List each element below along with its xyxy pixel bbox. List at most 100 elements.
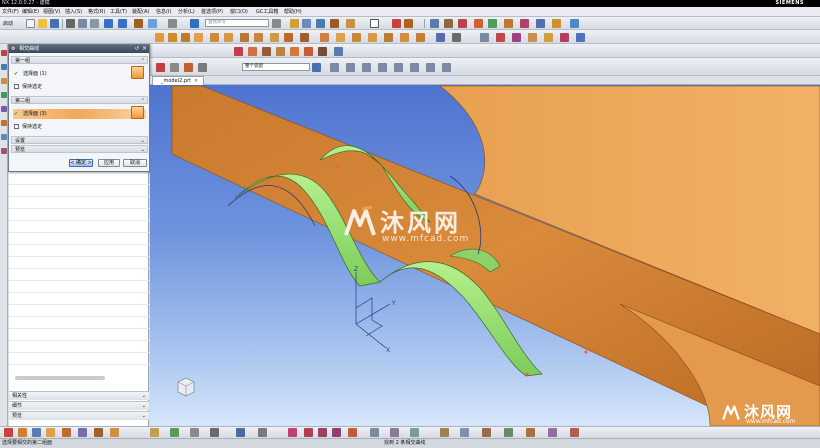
preview-header[interactable]: 预览 ⌄ — [11, 145, 148, 153]
edge-point[interactable] — [525, 372, 529, 376]
polygon-icon[interactable] — [390, 428, 399, 437]
helix-icon[interactable] — [528, 33, 537, 42]
edge-point[interactable] — [336, 164, 340, 168]
ruled-icon[interactable] — [248, 47, 257, 56]
paste-icon[interactable] — [90, 19, 99, 28]
arc-icon[interactable] — [512, 33, 521, 42]
group1-header[interactable]: 第一组 ⌃ — [11, 56, 148, 64]
system-materials-icon[interactable] — [1, 134, 7, 140]
project-curve-icon[interactable] — [576, 33, 585, 42]
chamfer-icon[interactable] — [320, 33, 329, 42]
circle-icon[interactable] — [332, 428, 341, 437]
offset-curve-icon[interactable] — [410, 428, 419, 437]
close-icon[interactable]: × — [142, 45, 147, 53]
gear-icon[interactable]: ⚙ — [11, 45, 15, 53]
line-icon[interactable] — [304, 428, 313, 437]
extrude-icon[interactable] — [504, 19, 513, 28]
ok-button[interactable]: < 确定 > — [69, 159, 93, 167]
model-canvas[interactable]: Z Y X — [150, 76, 820, 426]
section-icon[interactable] — [452, 33, 461, 42]
copy-icon[interactable] — [78, 19, 87, 28]
rotate-icon[interactable] — [316, 19, 325, 28]
pattern-icon[interactable] — [384, 33, 393, 42]
arc-center-icon[interactable] — [410, 63, 419, 72]
groove-icon[interactable] — [270, 33, 279, 42]
offset-face-icon[interactable] — [352, 33, 361, 42]
pad-icon[interactable] — [240, 33, 249, 42]
bounded-plane-icon[interactable] — [290, 47, 299, 56]
hide-icon[interactable] — [170, 428, 179, 437]
arc-icon[interactable] — [318, 428, 327, 437]
cylinder-icon[interactable] — [62, 428, 71, 437]
revolve-icon[interactable] — [520, 19, 529, 28]
mirror-icon[interactable] — [400, 33, 409, 42]
sketch-icon[interactable] — [488, 19, 497, 28]
isoparametric-curve-icon[interactable] — [570, 428, 579, 437]
zoom-icon[interactable] — [302, 19, 311, 28]
offset-surface-icon[interactable] — [304, 47, 313, 56]
help-icon[interactable] — [190, 19, 199, 28]
quadrant-point-icon[interactable] — [426, 63, 435, 72]
point-icon[interactable] — [18, 428, 27, 437]
translucency-icon[interactable] — [258, 428, 267, 437]
close-icon[interactable]: × — [194, 78, 198, 84]
bridge-curve-icon[interactable] — [504, 428, 513, 437]
draft-icon[interactable] — [368, 33, 377, 42]
selection-scope-select[interactable]: 整个装配 — [242, 63, 310, 71]
slot-icon[interactable] — [254, 33, 263, 42]
assembly-navigator-icon[interactable] — [1, 64, 7, 70]
color-icon[interactable] — [236, 428, 245, 437]
line-icon[interactable] — [496, 33, 505, 42]
menu-insert[interactable]: 插入(S) — [65, 8, 82, 16]
edge-point[interactable] — [584, 350, 588, 354]
measure-icon[interactable] — [110, 428, 119, 437]
datum-plane-icon[interactable] — [32, 428, 41, 437]
block-icon[interactable] — [155, 33, 164, 42]
shell-icon[interactable] — [336, 33, 345, 42]
boss-icon[interactable] — [210, 33, 219, 42]
menu-information[interactable]: 信息(I) — [156, 8, 171, 16]
menu-file[interactable]: 文件(F) — [2, 8, 19, 16]
background-icon[interactable] — [370, 19, 379, 28]
swept-icon[interactable] — [262, 47, 271, 56]
group1-select-faces[interactable]: ✔ 选择面 (1) — [13, 66, 146, 79]
pocket-icon[interactable] — [224, 33, 233, 42]
group2-select-faces[interactable]: ✔ 选择面 (3) — [13, 106, 146, 119]
render-style-icon[interactable] — [346, 19, 355, 28]
constraint-navigator-icon[interactable] — [1, 78, 7, 84]
menu-preferences[interactable]: 首选项(P) — [201, 8, 223, 16]
show-icon[interactable] — [190, 428, 199, 437]
chevron-down-icon[interactable] — [312, 63, 321, 72]
menu-gc-toolbox[interactable]: GC工具箱 — [256, 8, 278, 16]
menu-help[interactable]: 帮助(H) — [284, 8, 302, 16]
undo-select-icon[interactable] — [184, 63, 193, 72]
spline-icon[interactable] — [348, 428, 357, 437]
measure-icon[interactable] — [436, 33, 445, 42]
trim-sheet-icon[interactable] — [318, 47, 327, 56]
redo-icon[interactable] — [118, 19, 127, 28]
menu-assembly[interactable]: 装配(A) — [132, 8, 149, 16]
horizontal-scrollbar[interactable] — [15, 376, 105, 380]
join-curve-icon[interactable] — [526, 428, 535, 437]
group2-header[interactable]: 第二组 ⌃ — [11, 96, 148, 104]
select-all-icon[interactable] — [198, 63, 207, 72]
snap-icon[interactable] — [4, 428, 13, 437]
checkbox-icon[interactable] — [14, 84, 19, 89]
hole-icon[interactable] — [536, 19, 545, 28]
menu-edit[interactable]: 编辑(E) — [22, 8, 39, 16]
roles-icon[interactable] — [1, 148, 7, 154]
part-navigator-icon[interactable] — [1, 50, 7, 56]
thread-icon[interactable] — [284, 33, 293, 42]
reset-icon[interactable]: ↺ — [135, 45, 139, 53]
window-icon[interactable] — [168, 19, 177, 28]
navigator-tab-preview[interactable]: 预览 ⌄ — [9, 411, 149, 420]
web-browser-icon[interactable] — [1, 106, 7, 112]
menu-format[interactable]: 格式(R) — [88, 8, 105, 16]
edit-icon[interactable] — [78, 428, 87, 437]
layer-settings-icon[interactable] — [210, 428, 219, 437]
divide-curve-icon[interactable] — [548, 428, 557, 437]
open-folder-icon[interactable] — [38, 19, 47, 28]
grid-icon[interactable] — [150, 428, 159, 437]
control-point-icon[interactable] — [378, 63, 387, 72]
intersection-curve-icon[interactable] — [560, 33, 569, 42]
